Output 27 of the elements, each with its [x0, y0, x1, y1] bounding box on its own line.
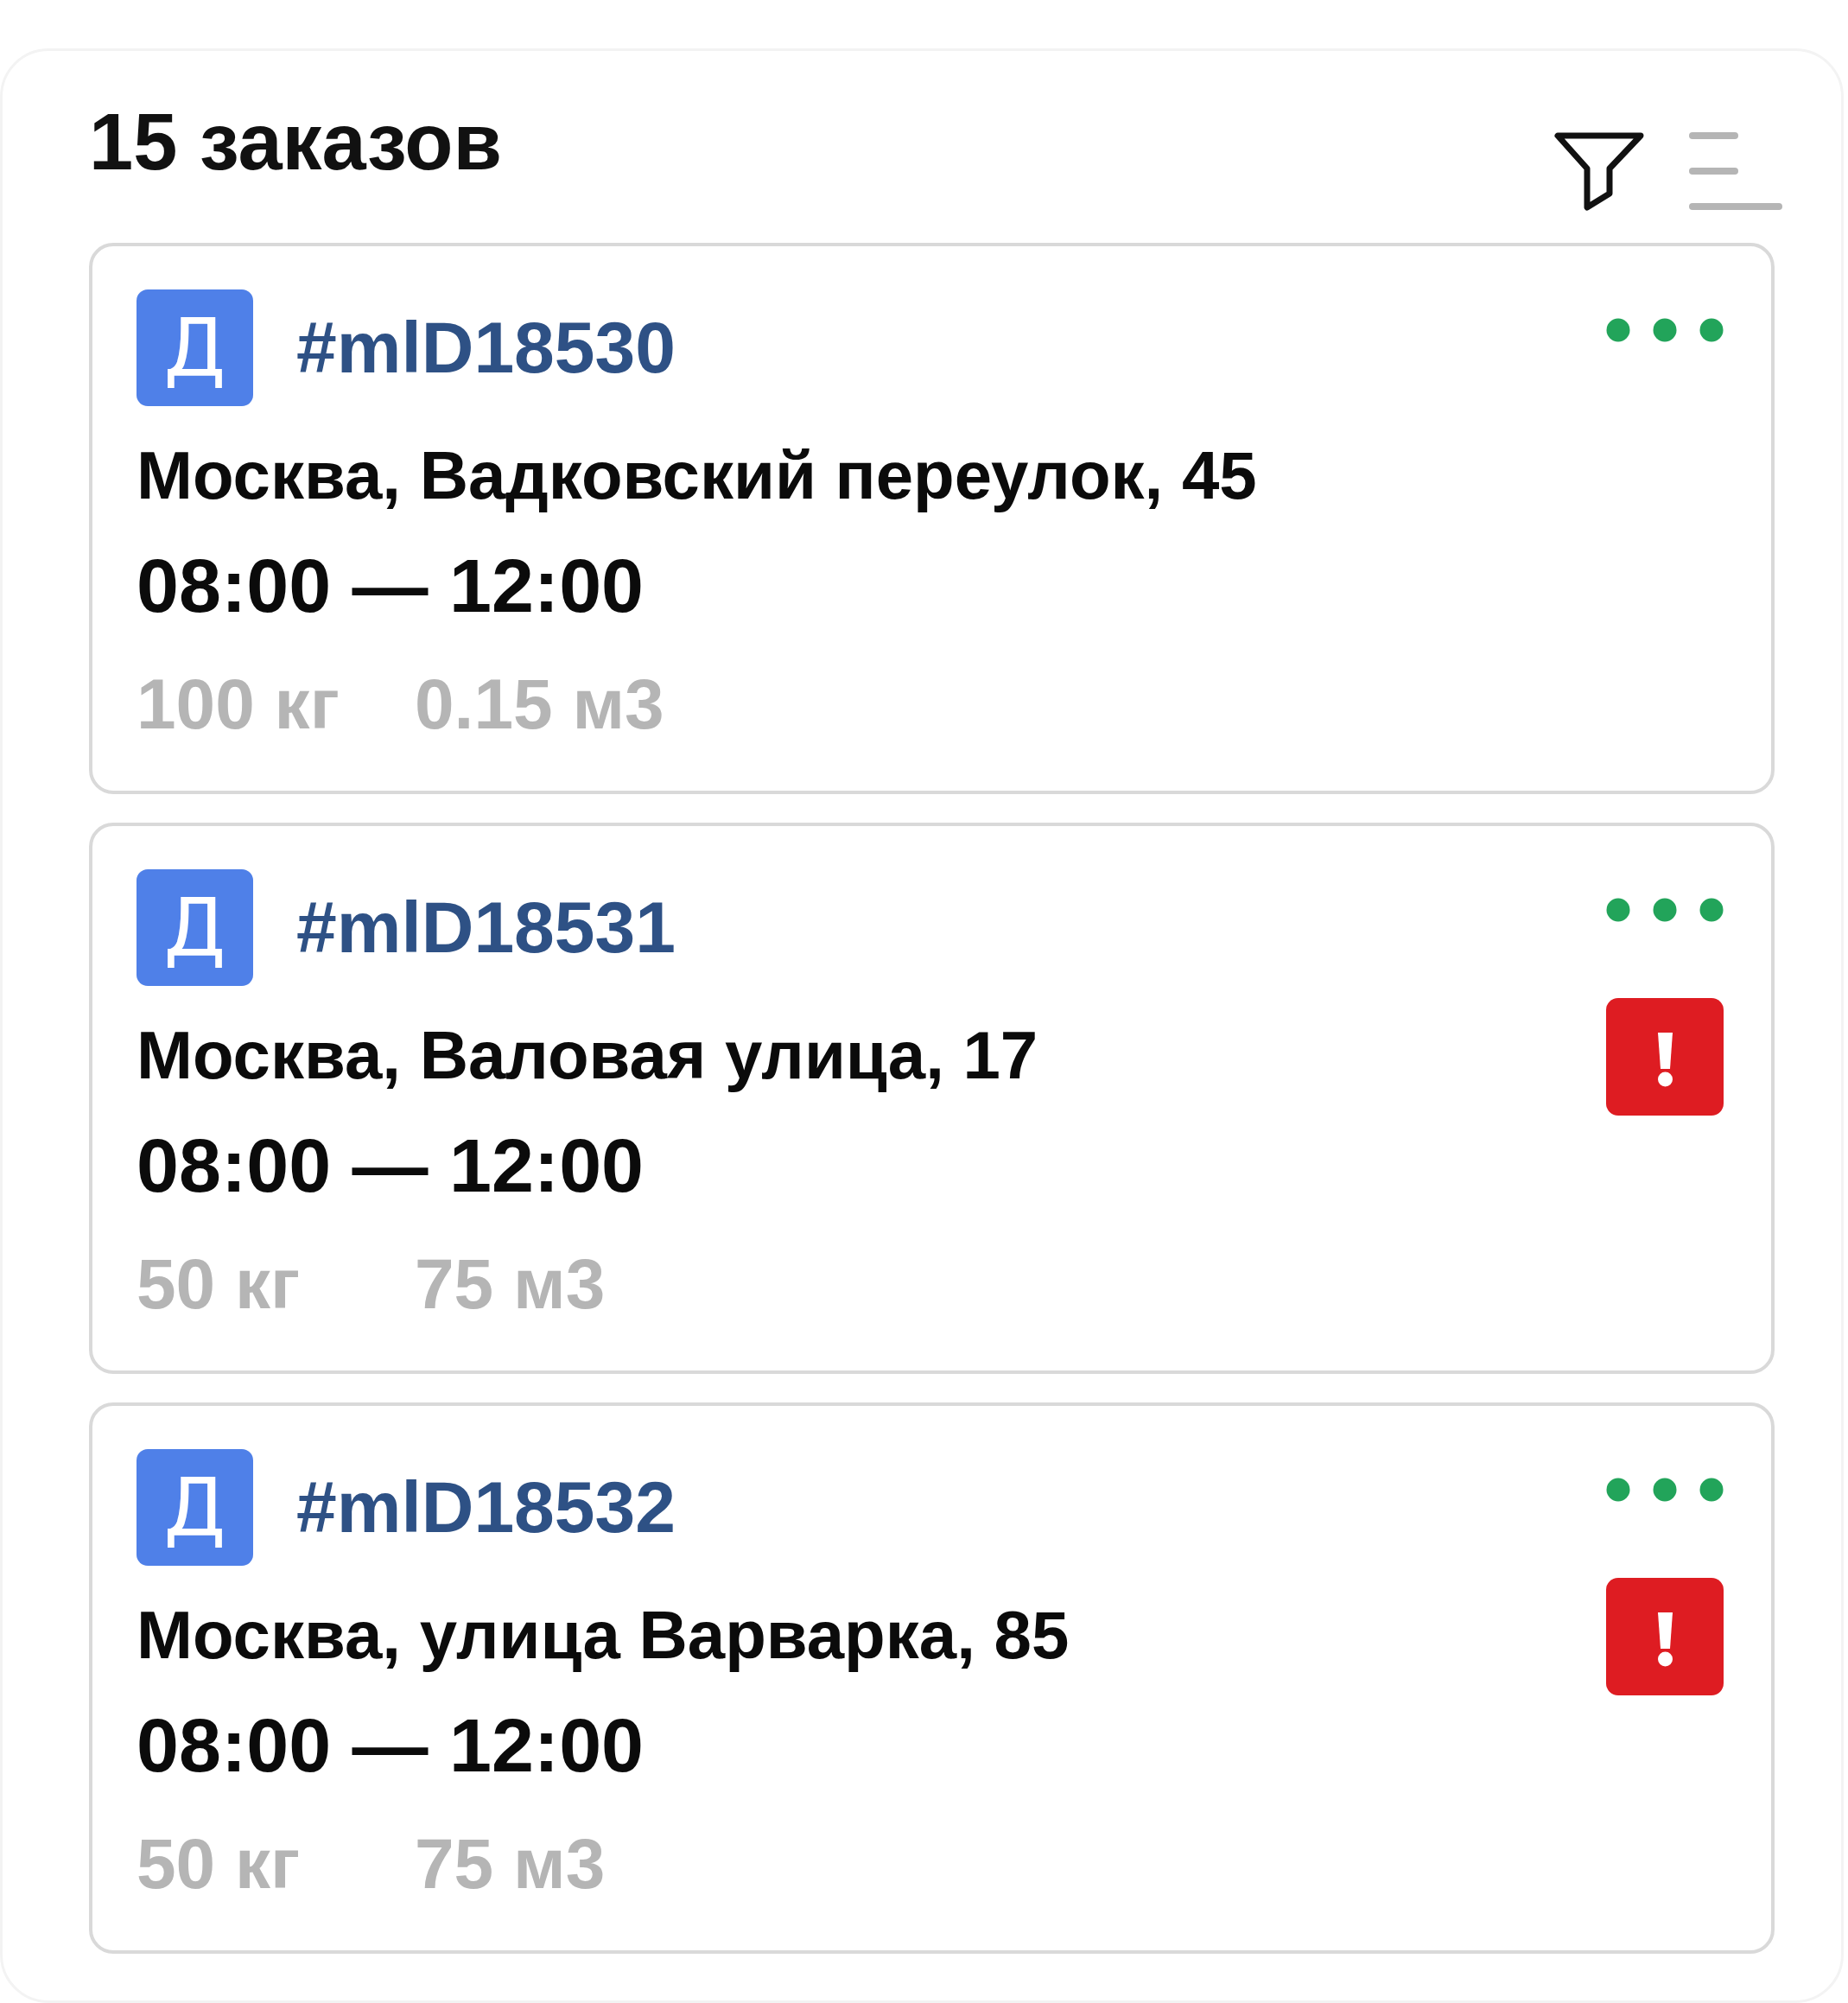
- order-number: #mlD18530: [296, 308, 676, 388]
- order-card[interactable]: Д #mlD18530 Москва, Вадковский переулок, 45 08:00 — 12:00 100 кг 0.15 м3: [89, 243, 1775, 794]
- delivery-badge: Д: [137, 1449, 253, 1566]
- order-address: Москва, Валовая улица, 17: [137, 1016, 1038, 1095]
- menu-icon[interactable]: [1687, 130, 1784, 212]
- order-address: Москва, улица Варварка, 85: [137, 1596, 1070, 1675]
- delivery-time: 08:00 — 12:00: [137, 1701, 645, 1790]
- order-weight: 100 кг: [137, 664, 340, 745]
- more-options-icon[interactable]: [1606, 1478, 1724, 1502]
- order-address: Москва, Вадковский переулок, 45: [137, 436, 1257, 515]
- order-weight: 50 кг: [137, 1823, 302, 1904]
- delivery-badge: Д: [137, 289, 253, 406]
- more-options-icon[interactable]: [1606, 898, 1724, 922]
- delivery-time: 08:00 — 12:00: [137, 1122, 645, 1210]
- more-options-icon[interactable]: [1606, 318, 1724, 342]
- order-volume: 75 м3: [415, 1243, 606, 1325]
- order-weight: 50 кг: [137, 1243, 302, 1325]
- order-number: #mlD18531: [296, 887, 676, 968]
- delivery-badge: Д: [137, 869, 253, 986]
- order-card[interactable]: Д #mlD18531 Москва, Валовая улица, 17 08:00 — 12:00 50 кг 75 м3: [89, 823, 1775, 1374]
- order-number: #mlD18532: [296, 1467, 676, 1548]
- orders-count-title: 15 заказов: [89, 99, 503, 187]
- order-volume: 75 м3: [415, 1823, 606, 1904]
- order-volume: 0.15 м3: [415, 664, 664, 745]
- order-card[interactable]: Д #mlD18532 Москва, улица Варварка, 85 08:00 — 12:00 50 кг 75 м3: [89, 1402, 1775, 1954]
- delivery-time: 08:00 — 12:00: [137, 542, 645, 630]
- filter-icon[interactable]: [1553, 130, 1646, 212]
